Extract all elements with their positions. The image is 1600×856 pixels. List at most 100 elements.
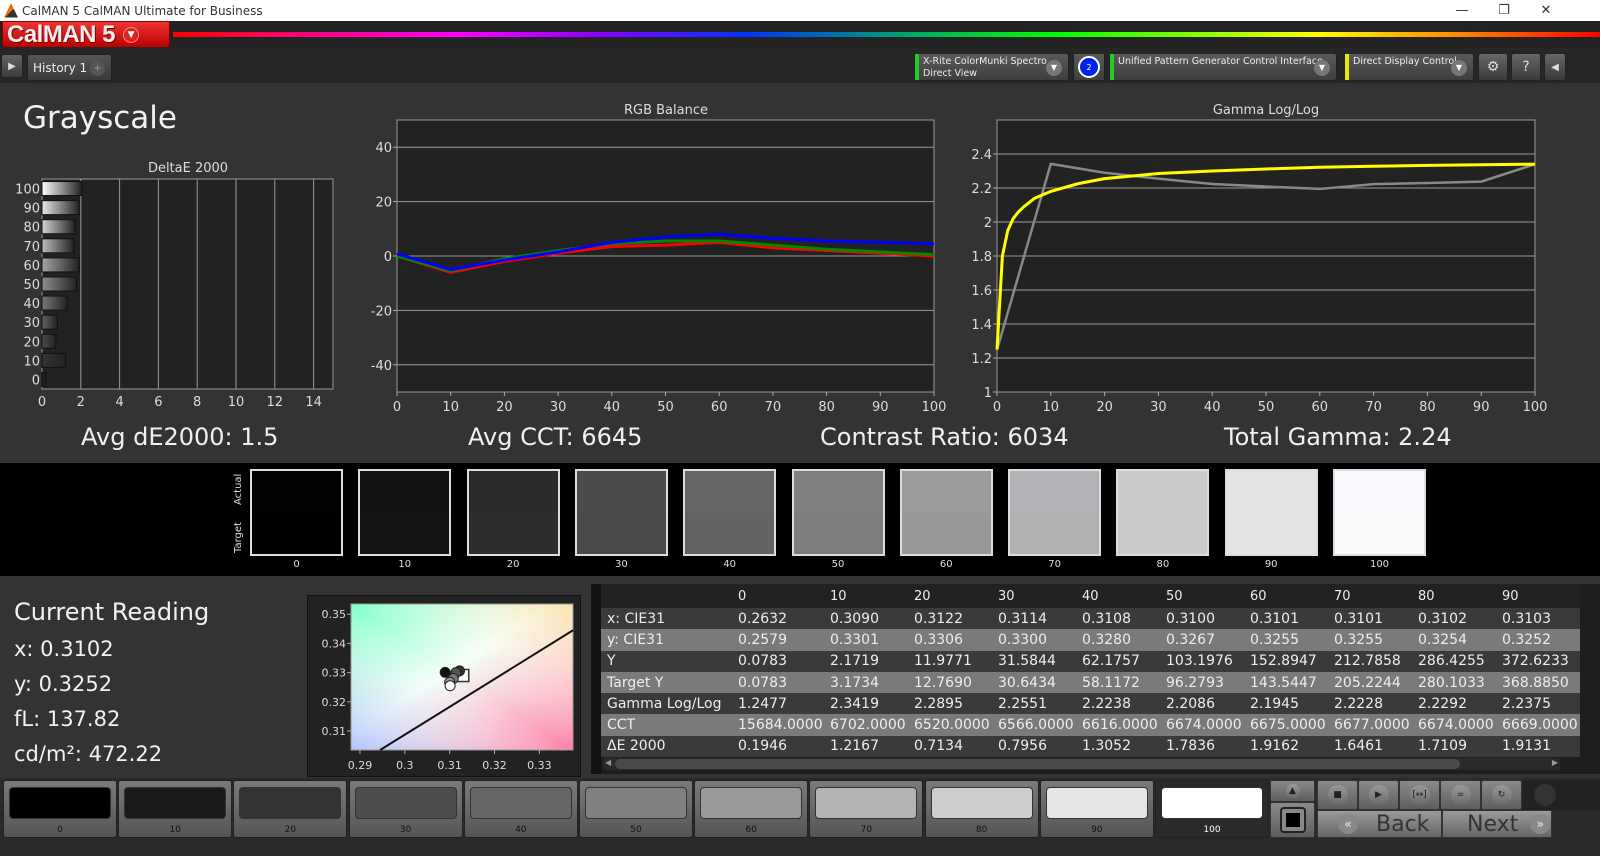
patch-button-40[interactable]: 40 — [463, 780, 578, 838]
pattern-generator-selector[interactable]: Unified Pattern Generator Control Interf… — [1109, 53, 1337, 81]
table-cell: 1.7109 — [1412, 735, 1496, 758]
x-tick-label: 0.32 — [482, 759, 507, 772]
patch-label: 70 — [860, 825, 873, 835]
patch-button-70[interactable]: 70 — [809, 780, 924, 838]
deltae-bar — [41, 295, 68, 311]
deltae-bar — [41, 181, 83, 197]
add-tab-button[interactable]: + — [90, 61, 105, 76]
scroll-right-icon[interactable]: ▶ — [1552, 758, 1558, 767]
refresh-button[interactable]: ↻ — [1481, 780, 1522, 810]
patch-label: 40 — [515, 825, 527, 835]
x-tick-label: 30 — [550, 400, 567, 415]
swatch-actual — [360, 471, 450, 513]
chevron-down-icon[interactable]: ▼ — [1046, 60, 1062, 76]
play-button[interactable]: ▶ — [1358, 780, 1399, 810]
x-tick-label: 14 — [305, 395, 322, 410]
reading-x: x: 0.3102 — [14, 637, 114, 661]
x-tick-label: 70 — [1365, 400, 1382, 415]
loop-button[interactable]: ∞ — [1440, 780, 1481, 810]
table-cell: 205.2244 — [1328, 671, 1412, 694]
table-cell: 1.7836 — [1160, 735, 1244, 758]
pattern-toggle-button[interactable] — [1270, 802, 1315, 838]
restore-button[interactable]: ❐ — [1482, 0, 1526, 21]
table-cell: 2.2292 — [1412, 693, 1496, 715]
x-tick-label: 10 — [1043, 400, 1060, 415]
help-button[interactable]: ? — [1511, 53, 1541, 81]
close-button[interactable]: ✕ — [1524, 0, 1568, 21]
patch-button-0[interactable]: 0 — [3, 780, 117, 838]
patch-button-20[interactable]: 20 — [233, 780, 348, 838]
patch-button-60[interactable]: 60 — [694, 780, 809, 838]
patch-button-30[interactable]: 30 — [348, 780, 463, 838]
range-button[interactable]: [↔] — [1399, 780, 1440, 810]
y-tick-label: 1.4 — [971, 318, 992, 333]
patch-button-100[interactable]: 100 — [1155, 780, 1269, 838]
table-cell: 15684.0000 — [732, 714, 824, 736]
table-cell: 6675.0000 — [1244, 714, 1328, 736]
tab-history-1[interactable]: History 1 + — [27, 54, 112, 81]
y-tick-label: 0.31 — [322, 725, 347, 738]
y-tick-label: 70 — [23, 240, 40, 255]
scrollbar-thumb[interactable] — [615, 759, 1460, 769]
current-reading-title: Current Reading — [14, 598, 210, 626]
chevron-down-icon[interactable]: ▼ — [1451, 60, 1467, 76]
scroll-left-icon[interactable]: ◀ — [605, 758, 611, 767]
collapse-panel-button[interactable]: ◀ — [1544, 53, 1566, 81]
table-horizontal-scrollbar[interactable]: ◀ ▶ — [603, 758, 1560, 770]
table-cell: 6674.0000 — [1160, 714, 1244, 736]
x-tick-label: 90 — [872, 400, 889, 415]
back-label: Back — [1376, 811, 1430, 837]
cie-xy-chart: 0.35 0.34 0.33 0.32 0.31 0.29 0.3 0.31 0.32 0.33 — [322, 603, 574, 772]
meter-device-selector[interactable]: X-Rite ColorMunki Spectro Direct View ▼ — [914, 53, 1069, 81]
chevron-down-icon[interactable]: ▼ — [123, 26, 140, 43]
calman-logo-menu[interactable]: CalMAN 5 ▼ — [2, 21, 170, 48]
table-cell: 103.1976 — [1160, 650, 1244, 672]
swatch-target — [252, 512, 341, 554]
patch-label: 80 — [975, 825, 988, 835]
y-tick-label: 1 — [984, 386, 992, 401]
patch-button-10[interactable]: 10 — [118, 780, 233, 838]
back-button[interactable]: « Back — [1317, 810, 1442, 838]
swatch-70 — [1008, 469, 1102, 556]
settings-button[interactable]: ⚙ — [1478, 53, 1508, 81]
column-header: 0 — [732, 584, 824, 608]
plot-area — [41, 178, 334, 390]
swatch-100 — [1333, 469, 1426, 556]
play-session-button[interactable]: ▶ — [1, 54, 23, 78]
x-tick-label: 20 — [1096, 400, 1113, 415]
swatch-target — [1226, 512, 1316, 554]
badge-count: 2 — [1078, 56, 1100, 78]
stop-button[interactable]: ■ — [1317, 780, 1358, 810]
next-arrow-icon: » — [1530, 814, 1551, 834]
next-button[interactable]: Next » — [1442, 810, 1552, 838]
swatch-label: 70 — [1048, 559, 1061, 570]
table-cell: 6669.0000 — [1496, 714, 1580, 736]
display-control-selector[interactable]: Direct Display Control ▼ — [1344, 53, 1474, 81]
swatch-actual — [685, 471, 775, 513]
table-cell: 6702.0000 — [824, 714, 908, 736]
swatch-0 — [250, 469, 343, 556]
deltae-bar — [41, 238, 75, 254]
y-tick-label: 40 — [375, 141, 392, 156]
measurement-point — [444, 680, 456, 692]
row-label: Gamma Log/Log — [601, 693, 732, 715]
scroll-up-button[interactable]: ▲ — [1270, 780, 1315, 802]
x-tick-label: 12 — [267, 395, 284, 410]
table-cell: 0.3301 — [824, 629, 908, 651]
row-label: Y — [601, 650, 732, 672]
column-header: 40 — [1076, 584, 1160, 608]
table-row: Y 0.0783 2.1719 11.9771 31.5844 62.1757 103.19… — [601, 650, 1580, 672]
patch-button-80[interactable]: 80 — [924, 780, 1039, 838]
meter-count-badge[interactable]: 2 — [1073, 53, 1105, 81]
minimize-button[interactable]: — — [1440, 0, 1484, 21]
patch-button-50[interactable]: 50 — [579, 780, 693, 838]
row-label: y: CIE31 — [601, 629, 732, 651]
swatch-label: 90 — [1264, 559, 1278, 570]
hue-rainbow-bar — [173, 32, 1600, 37]
chevron-down-icon[interactable]: ▼ — [1314, 60, 1330, 76]
table-cell: 3.1734 — [824, 671, 908, 694]
swatch-30 — [574, 469, 668, 556]
table-cell: 1.9131 — [1496, 735, 1580, 758]
patch-button-90[interactable]: 90 — [1039, 780, 1154, 838]
y-tick-label: 20 — [375, 196, 392, 211]
